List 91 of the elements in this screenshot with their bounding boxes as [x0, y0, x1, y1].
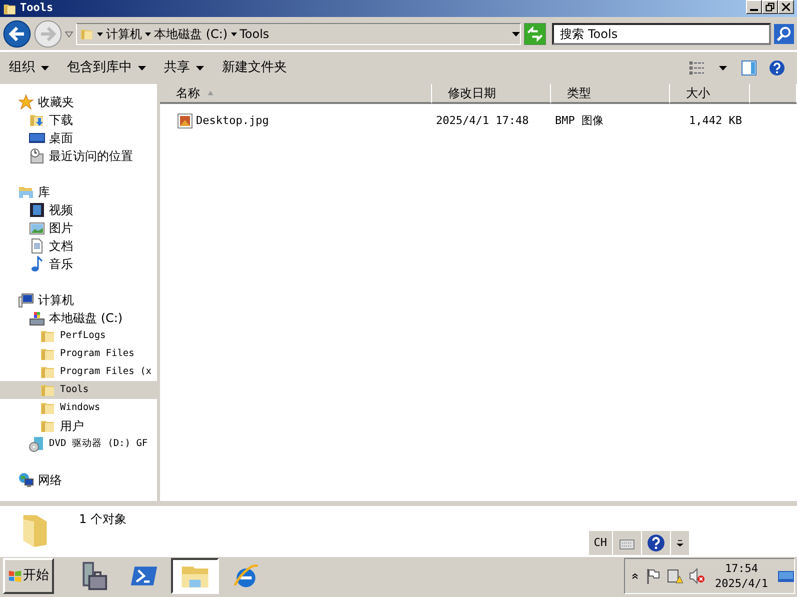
- folder-icon: [40, 346, 56, 362]
- tree-item[interactable]: 视频: [0, 201, 157, 219]
- column-header[interactable]: 大小: [670, 84, 750, 104]
- tree-item[interactable]: 计算机: [0, 291, 157, 309]
- speaker-muted-icon[interactable]: [689, 568, 706, 584]
- dvd-drive-icon: [29, 436, 45, 452]
- folder-icon: [40, 400, 56, 416]
- folder-icon: [3, 2, 17, 16]
- sort-ascending-icon: [206, 90, 215, 96]
- folder-icon: [40, 364, 56, 380]
- toolbar-button[interactable]: 组织: [3, 58, 55, 78]
- image-file-icon: [177, 113, 193, 129]
- tree-item[interactable]: 文档: [0, 237, 157, 255]
- tree-item[interactable]: 收藏夹: [0, 93, 157, 111]
- library-folder-icon: [18, 184, 34, 200]
- download-folder-icon: [29, 112, 45, 128]
- tree-item[interactable]: Tools: [0, 381, 157, 399]
- recent-places-icon: [29, 148, 45, 164]
- document-icon: [29, 238, 45, 254]
- column-header[interactable]: [750, 84, 797, 104]
- network-warning-icon[interactable]: [667, 568, 684, 584]
- window-title: Tools: [20, 0, 54, 16]
- tree-item[interactable]: 图片: [0, 219, 157, 237]
- view-options-caret-icon[interactable]: [719, 64, 727, 72]
- picture-icon: [29, 220, 45, 236]
- breadcrumb-link[interactable]: 本地磁盘 (C:): [154, 24, 228, 42]
- tree-item[interactable]: 本地磁盘 (C:): [0, 309, 157, 327]
- item-count-label: 1 个对象: [79, 511, 126, 528]
- search-button[interactable]: [774, 22, 794, 44]
- star-icon: [18, 94, 34, 110]
- close-button[interactable]: [778, 0, 794, 14]
- windows-logo-icon: [8, 569, 22, 583]
- caret-icon: [196, 64, 204, 72]
- size-cell: 1,442 KB: [689, 114, 742, 127]
- tree-item[interactable]: 库: [0, 183, 157, 201]
- taskbar-app-button[interactable]: [171, 558, 219, 594]
- preview-pane-icon[interactable]: [741, 60, 757, 76]
- show-desktop-icon[interactable]: [778, 568, 794, 584]
- tree-item[interactable]: 桌面: [0, 129, 157, 147]
- drive-icon: [29, 310, 45, 326]
- toolbar-button[interactable]: 新建文件夹: [216, 58, 293, 78]
- music-note-icon: [29, 256, 45, 272]
- caret-icon[interactable]: [230, 30, 237, 36]
- minimize-button[interactable]: [746, 0, 762, 14]
- computer-icon: [18, 292, 34, 308]
- folder-icon: [40, 382, 56, 398]
- caret-icon[interactable]: [145, 30, 151, 36]
- folder-icon: [40, 418, 56, 434]
- date-cell: 2025/4/1 17:48: [436, 114, 529, 127]
- folder-icon: [40, 328, 56, 344]
- breadcrumb-link[interactable]: Tools: [240, 24, 270, 42]
- help-icon[interactable]: [769, 60, 785, 76]
- tree-item[interactable]: 用户: [0, 417, 157, 435]
- file-name-cell[interactable]: Desktop.jpg: [160, 112, 432, 130]
- breadcrumb-link[interactable]: 计算机: [106, 24, 142, 42]
- address-field[interactable]: 计算机 本地磁盘 (C:) Tools: [76, 22, 522, 44]
- help-icon[interactable]: [647, 534, 665, 552]
- caret-icon: [41, 64, 49, 72]
- film-icon: [29, 202, 45, 218]
- column-header[interactable]: 名称: [160, 84, 432, 104]
- restore-icon: [764, 1, 776, 13]
- restore-button[interactable]: [762, 0, 778, 14]
- history-dropdown-icon[interactable]: [65, 30, 73, 38]
- network-icon: [18, 472, 34, 488]
- tree-item[interactable]: Windows: [0, 399, 157, 417]
- dropdown-caret-icon[interactable]: [512, 30, 520, 38]
- back-button[interactable]: [3, 20, 31, 48]
- tree-item[interactable]: Program Files (x: [0, 363, 157, 381]
- tree-item[interactable]: 最近访问的位置: [0, 147, 157, 165]
- minimize-icon: [750, 9, 758, 11]
- view-list-icon[interactable]: [689, 60, 705, 76]
- tree-item[interactable]: 下载: [0, 111, 157, 129]
- tree-item[interactable]: PerfLogs: [0, 327, 157, 345]
- search-field[interactable]: 搜索 Tools: [552, 22, 771, 44]
- refresh-button[interactable]: [524, 22, 546, 44]
- start-button[interactable]: 开始: [3, 558, 54, 594]
- tree-item[interactable]: 网络: [0, 471, 157, 489]
- toolbar-button[interactable]: 包含到库中: [61, 58, 152, 78]
- show-hidden-icons-button[interactable]: [631, 571, 640, 581]
- toolbar-button[interactable]: 共享: [158, 58, 210, 78]
- tree-item[interactable]: DVD 驱动器 (D:) GF: [0, 435, 157, 453]
- desktop-icon: [29, 130, 45, 146]
- close-icon: [780, 1, 792, 13]
- caret-icon: [138, 64, 146, 72]
- flag-icon[interactable]: [645, 568, 662, 584]
- column-header[interactable]: 修改日期: [432, 84, 551, 104]
- tree-item[interactable]: 音乐: [0, 255, 157, 273]
- column-header[interactable]: 类型: [551, 84, 670, 104]
- tree-item[interactable]: Program Files: [0, 345, 157, 363]
- type-cell: BMP 图像: [555, 114, 604, 127]
- caret-icon[interactable]: [97, 30, 103, 36]
